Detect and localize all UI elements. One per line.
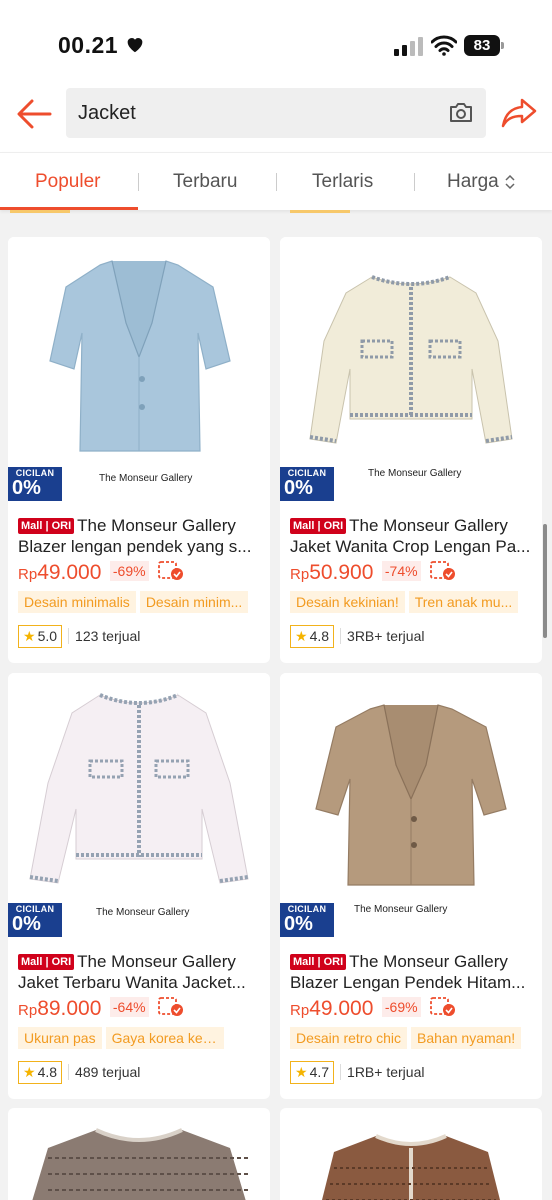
product-tag: Desain retro chic <box>290 1027 408 1049</box>
product-tag: Tren anak mu... <box>408 591 519 613</box>
product-price: 49.000 <box>309 997 374 1020</box>
image-caption: The Monseur Gallery <box>99 473 193 484</box>
discount-badge: -69% <box>381 997 421 1017</box>
star-icon: ★ <box>23 628 36 644</box>
price-row: Rp50.900 -74% <box>290 561 456 589</box>
product-tags: Desain retro chic Bahan nyaman! <box>290 1027 540 1051</box>
image-caption: The Monseur Gallery <box>368 468 462 479</box>
cod-icon <box>158 561 184 580</box>
product-image: CICILAN 0% The Monseur Gallery <box>280 237 542 503</box>
back-arrow-icon[interactable] <box>14 96 54 132</box>
product-image <box>322 1134 500 1200</box>
product-image: CICILAN 0% The Monseur Gallery <box>280 673 542 939</box>
star-icon: ★ <box>23 1064 36 1080</box>
product-card[interactable] <box>280 1108 542 1200</box>
rating-row: ★ 4.8 3RB+ terjual <box>290 625 424 649</box>
product-card[interactable]: CICILAN 0% The Monseur Gallery Mall | OR… <box>8 237 270 663</box>
status-time: 00.21 <box>58 32 119 58</box>
discount-badge: -69% <box>109 561 149 581</box>
sold-count: 3RB+ terjual <box>340 628 424 644</box>
sold-count: 489 terjual <box>68 1064 140 1080</box>
discount-badge: -64% <box>109 997 149 1017</box>
product-title: Mall | ORI The Monseur Gallery Blazer Len… <box>290 952 526 992</box>
cod-icon <box>430 561 456 580</box>
product-tag: Bahan nyaman! <box>411 1027 522 1049</box>
image-caption: The Monseur Gallery <box>96 907 190 918</box>
product-tags: Desain minimalis Desain minim... <box>18 591 268 615</box>
product-image <box>32 1128 248 1200</box>
discount-badge: -74% <box>381 561 421 581</box>
mall-ori-badge: Mall | ORI <box>290 518 347 534</box>
price-row: Rp49.000 -69% <box>18 561 184 589</box>
rating-row: ★ 4.8 489 terjual <box>18 1061 140 1085</box>
rating-badge: ★ 4.8 <box>18 1061 63 1084</box>
camera-icon[interactable] <box>448 100 474 124</box>
product-tag: Gaya korea keren! <box>105 1027 224 1049</box>
price-row: Rp89.000 -64% <box>18 997 184 1025</box>
rating-badge: ★ 4.8 <box>290 625 335 648</box>
tab-divider <box>276 173 277 191</box>
star-icon: ★ <box>295 628 308 644</box>
product-tag: Desain minim... <box>139 591 249 613</box>
tab-harga[interactable]: Harga <box>447 171 515 193</box>
star-icon: ★ <box>295 1064 308 1080</box>
search-query: Jacket <box>78 102 136 124</box>
status-bar: 00.21 83 <box>0 0 552 80</box>
tab-populer[interactable]: Populer <box>35 171 101 193</box>
tab-terbaru[interactable]: Terbaru <box>173 171 237 193</box>
tab-harga-label: Harga <box>447 171 499 192</box>
share-icon[interactable] <box>500 96 538 130</box>
product-title: Mall | ORI The Monseur Gallery Blazer len… <box>18 516 252 556</box>
product-card[interactable] <box>8 1108 270 1200</box>
cicilan-badge: CICILAN 0% <box>8 467 62 501</box>
product-card[interactable]: CICILAN 0% The Monseur Gallery Mall | OR… <box>280 673 542 1099</box>
price-row: Rp49.000 -69% <box>290 997 456 1025</box>
cicilan-badge: CICILAN 0% <box>280 903 334 937</box>
product-tag: Ukuran pas <box>18 1027 102 1049</box>
scrollbar[interactable] <box>543 524 547 638</box>
cicilan-badge: CICILAN 0% <box>8 903 62 937</box>
product-price: 49.000 <box>37 561 102 584</box>
rating-badge: ★ 5.0 <box>18 625 63 648</box>
mall-ori-badge: Mall | ORI <box>290 954 347 970</box>
product-tag: Desain minimalis <box>18 591 136 613</box>
mall-ori-badge: Mall | ORI <box>18 954 75 970</box>
product-price: 89.000 <box>37 997 102 1020</box>
tab-divider <box>414 173 415 191</box>
image-caption: The Monseur Gallery <box>354 904 448 915</box>
sold-count: 123 terjual <box>68 628 140 644</box>
mall-ori-badge: Mall | ORI <box>18 518 75 534</box>
rating-badge: ★ 4.7 <box>290 1061 335 1084</box>
product-tags: Desain kekinian! Tren anak mu... <box>290 591 540 615</box>
product-image: CICILAN 0% The Monseur Gallery <box>8 237 270 503</box>
rating-row: ★ 4.7 1RB+ terjual <box>290 1061 424 1085</box>
sold-count: 1RB+ terjual <box>340 1064 424 1080</box>
cod-icon <box>158 997 184 1016</box>
product-card[interactable]: CICILAN 0% The Monseur Gallery Mall | OR… <box>8 673 270 1099</box>
search-input[interactable]: Jacket <box>66 88 486 138</box>
heart-icon <box>127 38 143 53</box>
search-header: Jacket <box>0 80 552 152</box>
signal-icon <box>394 37 423 56</box>
product-price: 50.900 <box>309 561 374 584</box>
wifi-icon <box>431 35 457 56</box>
product-image: CICILAN 0% The Monseur Gallery <box>8 673 270 939</box>
product-tag: Desain kekinian! <box>290 591 405 613</box>
sort-icon <box>505 174 515 189</box>
sort-tabs: Populer Terbaru Terlaris Harga <box>0 152 552 210</box>
previous-row-tag <box>290 210 350 213</box>
previous-row-tag <box>10 210 70 213</box>
tab-terlaris[interactable]: Terlaris <box>312 171 373 193</box>
cicilan-badge: CICILAN 0% <box>280 467 334 501</box>
rating-row: ★ 5.0 123 terjual <box>18 625 140 649</box>
tab-divider <box>138 173 139 191</box>
cod-icon <box>430 997 456 1016</box>
product-tags: Ukuran pas Gaya korea keren! <box>18 1027 268 1051</box>
product-card[interactable]: CICILAN 0% The Monseur Gallery Mall | OR… <box>280 237 542 663</box>
product-title: Mall | ORI The Monseur Gallery Jaket Wani… <box>290 516 531 556</box>
battery-icon: 83 <box>464 35 504 56</box>
product-title: Mall | ORI The Monseur Gallery Jaket Terb… <box>18 952 246 992</box>
